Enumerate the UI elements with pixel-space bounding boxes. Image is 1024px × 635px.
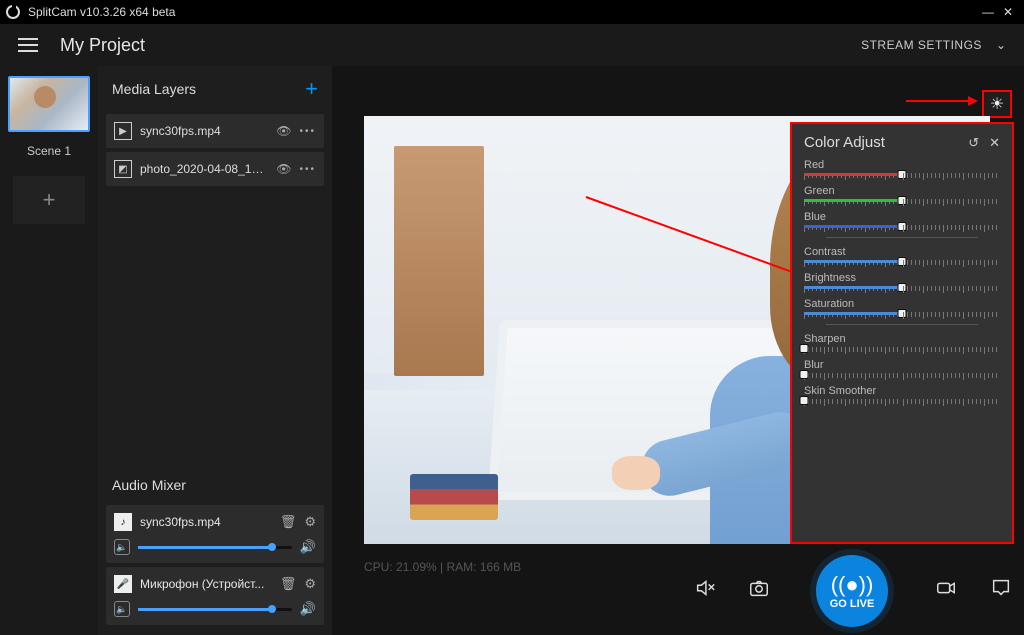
- media-layer-item[interactable]: ▶ sync30fps.mp4 👁 •••: [106, 114, 324, 148]
- delete-icon[interactable]: 🗑: [280, 576, 297, 592]
- color-control-contrast: Contrast: [804, 246, 1000, 266]
- scene-label: Scene 1: [27, 144, 71, 158]
- mute-icon[interactable]: 🔈: [114, 601, 130, 617]
- project-name[interactable]: My Project: [60, 35, 145, 56]
- color-control-blur: Blur: [804, 359, 1000, 379]
- layers-column: Media Layers + ▶ sync30fps.mp4 👁 ••• ◩ photo_…: [98, 66, 332, 635]
- color-control-blue: Blue: [804, 211, 1000, 231]
- control-label: Skin Smoother: [804, 385, 1000, 397]
- slider-left[interactable]: [804, 173, 902, 179]
- app-title: SplitCam v10.3.26 x64 beta: [28, 5, 175, 19]
- slider-left[interactable]: [804, 373, 902, 379]
- broadcast-icon: ((●)): [831, 572, 874, 598]
- color-control-brightness: Brightness: [804, 272, 1000, 292]
- slider-right[interactable]: [903, 173, 1001, 179]
- title-bar: SplitCam v10.3.26 x64 beta — ✕: [0, 0, 1024, 24]
- chevron-down-icon[interactable]: ⌄: [996, 38, 1006, 52]
- menu-icon[interactable]: [18, 38, 38, 52]
- stream-settings-button[interactable]: STREAM SETTINGS: [861, 38, 982, 52]
- close-panel-icon[interactable]: ✕: [989, 135, 1000, 151]
- slider-left[interactable]: [804, 286, 902, 292]
- media-layers-title: Media Layers: [112, 81, 196, 97]
- slider-left[interactable]: [804, 225, 902, 231]
- audio-source-name: sync30fps.mp4: [140, 515, 272, 529]
- volume-slider[interactable]: [138, 608, 292, 611]
- more-icon[interactable]: •••: [299, 126, 316, 137]
- reset-icon[interactable]: ↺: [968, 135, 979, 151]
- snapshot-icon[interactable]: [748, 577, 770, 605]
- mute-icon[interactable]: 🔈: [114, 539, 130, 555]
- delete-icon[interactable]: 🗑: [280, 514, 297, 530]
- close-button[interactable]: ✕: [998, 5, 1018, 19]
- color-control-red: Red: [804, 159, 1000, 179]
- slider-left[interactable]: [804, 260, 902, 266]
- slider-right[interactable]: [903, 347, 1001, 353]
- control-label: Sharpen: [804, 333, 1000, 345]
- speaker-icon[interactable]: 🔊: [300, 601, 316, 617]
- visibility-icon[interactable]: 👁: [276, 124, 291, 138]
- speaker-mute-icon[interactable]: [694, 577, 716, 605]
- color-control-green: Green: [804, 185, 1000, 205]
- color-adjust-title: Color Adjust: [804, 134, 958, 151]
- slider-left[interactable]: [804, 399, 902, 405]
- color-control-sharpen: Sharpen: [804, 333, 1000, 353]
- gear-icon[interactable]: ⚙: [304, 514, 316, 530]
- audio-source-icon: ♪: [114, 513, 132, 531]
- slider-left[interactable]: [804, 199, 902, 205]
- bottom-toolbar: ((●)) GO LIVE: [694, 559, 1012, 623]
- annotation-arrow: [906, 100, 976, 102]
- control-label: Blur: [804, 359, 1000, 371]
- layer-name: photo_2020-04-08_12....: [140, 162, 268, 176]
- audio-source-name: Микрофон (Устройст...: [140, 577, 272, 591]
- color-adjust-toggle-button[interactable]: ☀: [982, 90, 1012, 118]
- layer-type-icon: ▶: [114, 122, 132, 140]
- slider-right[interactable]: [903, 260, 1001, 266]
- slider-right[interactable]: [903, 399, 1001, 405]
- more-icon[interactable]: •••: [299, 164, 316, 175]
- go-live-button[interactable]: ((●)) GO LIVE: [816, 555, 888, 627]
- audio-mixer-section: Audio Mixer ♪ sync30fps.mp4 🗑 ⚙ 🔈 🔊 🎤 Микрофон …: [98, 467, 332, 635]
- gear-icon[interactable]: ⚙: [304, 576, 316, 592]
- audio-item: ♪ sync30fps.mp4 🗑 ⚙ 🔈 🔊: [106, 505, 324, 563]
- status-text: CPU: 21.09% | RAM: 166 MB: [364, 560, 521, 574]
- add-scene-button[interactable]: +: [13, 176, 85, 224]
- slider-left[interactable]: [804, 347, 902, 353]
- slider-right[interactable]: [903, 373, 1001, 379]
- speaker-icon[interactable]: 🔊: [300, 539, 316, 555]
- slider-right[interactable]: [903, 225, 1001, 231]
- layer-type-icon: ◩: [114, 160, 132, 178]
- color-control-skin: Skin Smoother: [804, 385, 1000, 405]
- color-control-saturation: Saturation: [804, 298, 1000, 318]
- chat-icon[interactable]: [990, 577, 1012, 605]
- app-logo-icon: [6, 5, 20, 19]
- layer-name: sync30fps.mp4: [140, 124, 268, 138]
- app-header: My Project STREAM SETTINGS ⌄: [0, 24, 1024, 66]
- add-layer-button[interactable]: +: [305, 76, 318, 102]
- media-layer-item[interactable]: ◩ photo_2020-04-08_12.... 👁 •••: [106, 152, 324, 186]
- camera-icon[interactable]: [934, 577, 958, 605]
- color-adjust-panel: Color Adjust ↺ ✕ Red Green Blue Contrast Bri…: [790, 122, 1014, 544]
- slider-left[interactable]: [804, 312, 902, 318]
- audio-source-icon: 🎤: [114, 575, 132, 593]
- audio-mixer-title: Audio Mixer: [112, 477, 186, 493]
- scene-thumbnail[interactable]: [8, 76, 90, 132]
- visibility-icon[interactable]: 👁: [276, 162, 291, 176]
- volume-slider[interactable]: [138, 546, 292, 549]
- audio-item: 🎤 Микрофон (Устройст... 🗑 ⚙ 🔈 🔊: [106, 567, 324, 625]
- slider-right[interactable]: [903, 286, 1001, 292]
- scenes-column: Scene 1 +: [0, 66, 98, 635]
- canvas-area: ☀ CPU: 21.09% | RAM: 166 MB Color Adjust: [332, 66, 1024, 635]
- main: Scene 1 + Media Layers + ▶ sync30fps.mp4 👁…: [0, 66, 1024, 635]
- slider-right[interactable]: [903, 312, 1001, 318]
- minimize-button[interactable]: —: [978, 5, 998, 19]
- media-layers-header: Media Layers +: [98, 66, 332, 110]
- slider-right[interactable]: [903, 199, 1001, 205]
